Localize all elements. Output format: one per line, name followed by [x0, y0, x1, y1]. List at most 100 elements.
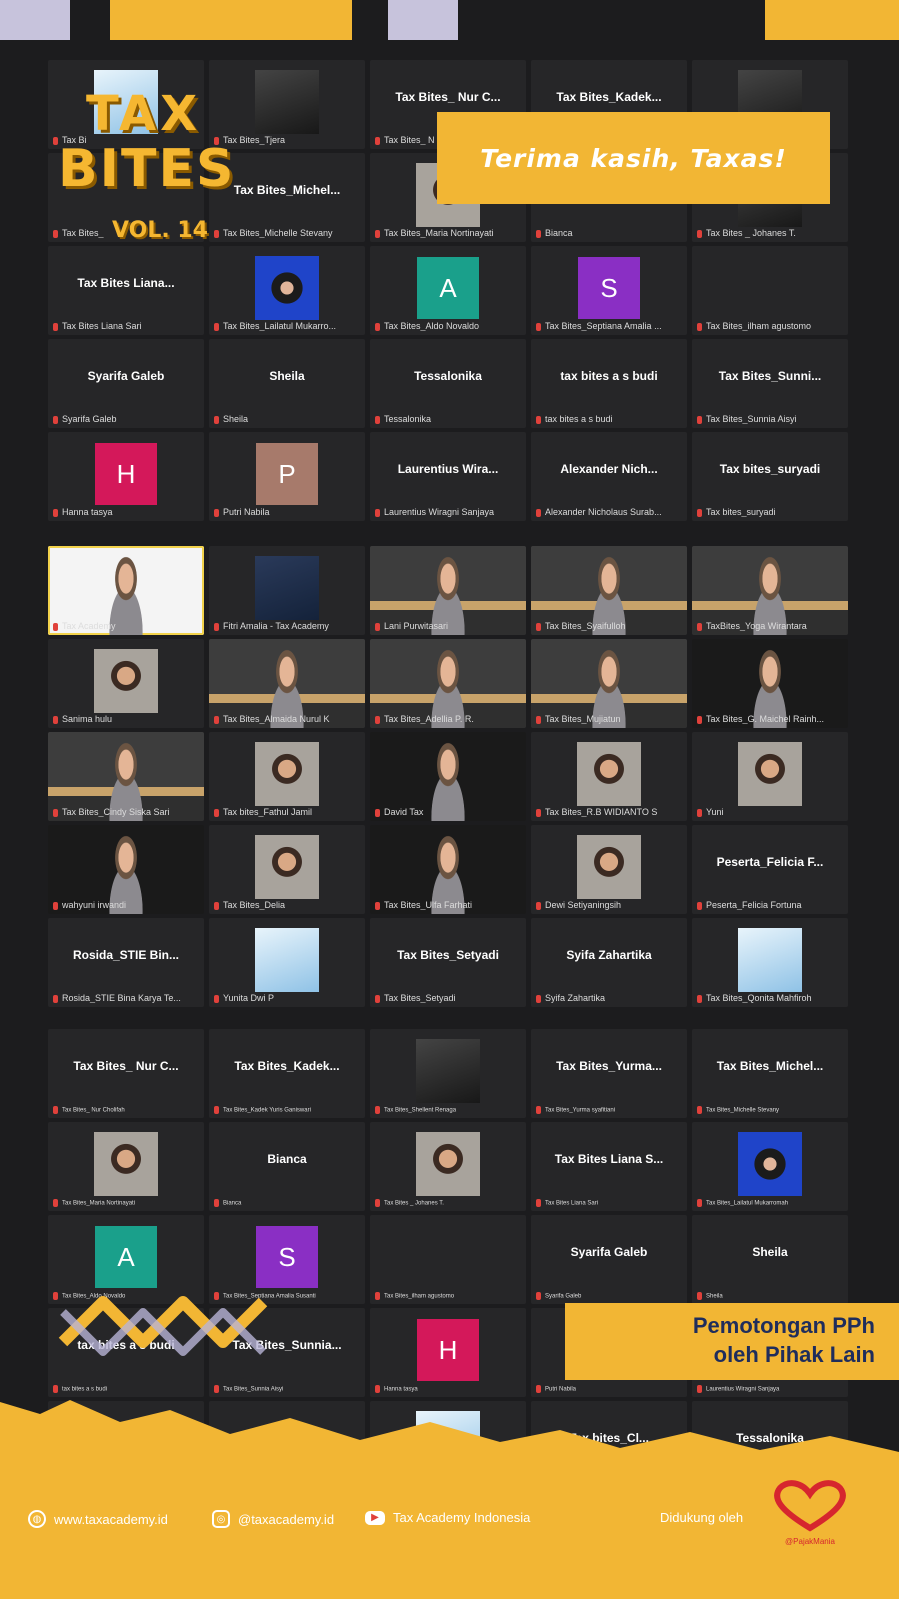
mic-muted-icon [536, 1292, 541, 1300]
participant-tile[interactable]: Sheila Sheila [209, 339, 365, 428]
participant-tile[interactable]: H Hanna tasya [48, 432, 204, 521]
participant-name-text: Tax Bites_Michelle Stevany [706, 1107, 780, 1114]
participant-tile[interactable]: Tax Bites_ilham agustomo [692, 246, 848, 335]
mic-muted-icon [375, 715, 380, 724]
participant-tile[interactable]: Dewi Setiyaningsih [531, 825, 687, 914]
participant-tile[interactable]: Tax Bites _ Johanes T. [370, 1122, 526, 1211]
participant-tile[interactable]: Tax Bites Liana... Tax Bites Liana Sari [48, 246, 204, 335]
participant-name-text: Tax Bites_Lailatul Mukarro... [223, 321, 337, 331]
participant-name-text: Tax Bites_Qonita Mahfiroh [706, 993, 812, 1003]
participant-name-label: Tax Bites_Yurma syafitiani [536, 1106, 683, 1114]
participant-photo [416, 1132, 480, 1196]
participant-name-text: tax bites a s budi [545, 414, 613, 424]
participant-tile[interactable]: Tax Bites_Sunni... Tax Bites_Sunnia Aisyi [692, 339, 848, 428]
participant-tile[interactable]: P Putri Nabila [209, 432, 365, 521]
participant-tile[interactable]: Tax Bites_R.B WIDIANTO S [531, 732, 687, 821]
mic-muted-icon [536, 1199, 541, 1207]
participant-name-text: Laurentius Wiragni Sanjaya [384, 507, 495, 517]
participant-tile[interactable]: wahyuni irwandi [48, 825, 204, 914]
participant-tile[interactable]: Tax Bites_Lailatul Mukarro... [209, 246, 365, 335]
participant-tile[interactable]: A Tax Bites_Aldo Novaldo [370, 246, 526, 335]
participant-tile[interactable]: Tax Bites_G. Maichel Rainh... [692, 639, 848, 728]
participant-tile[interactable]: Lani Purwitasari [370, 546, 526, 635]
participant-tile[interactable]: Bianca Bianca [209, 1122, 365, 1211]
participant-avatar: S [578, 257, 640, 319]
participant-tile[interactable]: Tax Bites_Syaifulloh [531, 546, 687, 635]
participant-tile[interactable]: Tax bites_Fathul Jamil [209, 732, 365, 821]
participant-name-text: TaxBites_Yoga Wirantara [706, 621, 807, 631]
participant-name-text: Tax Bites_Maria Nortinayati [62, 1200, 136, 1207]
participant-display-name: Tax Bites Liana... [77, 276, 175, 291]
participant-tile[interactable]: Fitri Amalia - Tax Academy [209, 546, 365, 635]
participant-tile[interactable]: Sheila Sheila [692, 1215, 848, 1304]
participant-tile[interactable]: Tax Bites_Maria Nortinayati [48, 1122, 204, 1211]
participant-tile[interactable]: Tax Bites_Shellent Renaga [370, 1029, 526, 1118]
participant-tile[interactable]: Tax Bites_Cindy Siska Sari [48, 732, 204, 821]
participant-name-label: Tessalonika [375, 414, 522, 424]
participant-tile[interactable]: Tax Bites_Tjera [209, 60, 365, 149]
participant-tile[interactable]: Tax Bites_Michel... Tax Bites_Michelle St… [692, 1029, 848, 1118]
participant-name-text: Bianca [223, 1200, 242, 1207]
participant-tile[interactable]: Alexander Nich... Alexander Nicholaus Sur… [531, 432, 687, 521]
participant-tile[interactable]: Laurentius Wira... Laurentius Wiragni San… [370, 432, 526, 521]
participant-name-label: Tax Bites_Cindy Siska Sari [53, 807, 200, 817]
mic-muted-icon [53, 715, 58, 724]
participant-name-text: David Tax [384, 807, 424, 817]
participant-tile[interactable]: Tax Academy [48, 546, 204, 635]
participant-tile[interactable]: Syifa Zahartika Syifa Zahartika [531, 918, 687, 1007]
participant-tile[interactable]: Tax Bites_Mujiatun [531, 639, 687, 728]
participant-tile[interactable]: Rosida_STIE Bin... Rosida_STIE Bina Karya… [48, 918, 204, 1007]
participant-name-label: David Tax [375, 807, 522, 817]
participant-name-label: Tax Bites_Sunnia Aisyi [697, 414, 844, 424]
footer-instagram[interactable]: ◎ @taxacademy.id [212, 1510, 334, 1528]
mic-muted-icon [375, 622, 380, 631]
mic-muted-icon [536, 994, 541, 1003]
participant-name-text: Tax Bites_ Nur Cholifah [62, 1107, 125, 1114]
mic-muted-icon [214, 994, 219, 1003]
participant-tile[interactable]: Tax Bites_Almaida Nurul K [209, 639, 365, 728]
participant-tile[interactable]: Tax Bites Liana S... Tax Bites Liana Sari [531, 1122, 687, 1211]
participant-tile[interactable]: Tax Bites_Qonita Mahfiroh [692, 918, 848, 1007]
participant-tile[interactable]: tax bites a s budi tax bites a s budi [531, 339, 687, 428]
participant-tile[interactable]: H Hanna tasya [370, 1308, 526, 1397]
participant-tile[interactable]: Yuni [692, 732, 848, 821]
participant-name-text: Tax Bites_ilham agustomo [706, 321, 812, 331]
participant-display-name: Tax Bites_Setyadi [397, 948, 499, 963]
participant-tile[interactable]: Sanima hulu [48, 639, 204, 728]
participant-tile[interactable]: Tax Bites_Ulfa Farhati [370, 825, 526, 914]
participant-name-text: Tax Bites Liana Sari [62, 321, 142, 331]
gallery-view-2: Tax Academy Fitri Amalia - Tax Academy Lan… [48, 546, 850, 1007]
participant-name-text: Tax Bites_Setyadi [384, 993, 456, 1003]
mic-muted-icon [536, 808, 541, 817]
participant-tile[interactable]: David Tax [370, 732, 526, 821]
participant-tile[interactable]: Tax Bites_Lailatul Mukarromah [692, 1122, 848, 1211]
participant-tile[interactable]: Peserta_Felicia F... Peserta_Felicia Fort… [692, 825, 848, 914]
mic-muted-icon [214, 1106, 219, 1114]
participant-tile[interactable]: TaxBites_Yoga Wirantara [692, 546, 848, 635]
participant-tile[interactable]: Tax Bites_Yurma... Tax Bites_Yurma syafit… [531, 1029, 687, 1118]
participant-tile[interactable]: Syarifa Galeb Syarifa Galeb [48, 339, 204, 428]
participant-tile[interactable]: Yunita Dwi P [209, 918, 365, 1007]
participant-display-name: Alexander Nich... [560, 462, 658, 477]
participant-name-label: Tax Bites_ Nur Cholifah [53, 1106, 200, 1114]
footer-website[interactable]: ◍ www.taxacademy.id [28, 1510, 168, 1528]
mic-muted-icon [697, 994, 702, 1003]
participant-name-text: Sheila [223, 414, 249, 424]
participant-name-label: Syarifa Galeb [536, 1292, 683, 1300]
footer-youtube[interactable]: ▶ Tax Academy Indonesia [365, 1510, 530, 1525]
participant-tile[interactable]: Tax Bites_ Nur C... Tax Bites_ Nur Cholif… [48, 1029, 204, 1118]
participant-tile[interactable]: Tax bites_suryadi Tax bites_suryadi [692, 432, 848, 521]
participant-tile[interactable]: Tax Bites_Kadek... Tax Bites_Kadek Yuris … [209, 1029, 365, 1118]
mic-muted-icon [375, 322, 380, 331]
participant-tile[interactable]: Syarifa Galeb Syarifa Galeb [531, 1215, 687, 1304]
mic-muted-icon [697, 415, 702, 424]
mic-muted-icon [697, 1199, 702, 1207]
participant-tile[interactable]: Tessalonika Tessalonika [370, 339, 526, 428]
footer-background [0, 1400, 899, 1599]
participant-tile[interactable]: Tax Bites_Delia [209, 825, 365, 914]
participant-tile[interactable]: Tax Bites_Adellia P. R. [370, 639, 526, 728]
participant-tile[interactable]: S Tax Bites_Septiana Amalia ... [531, 246, 687, 335]
participant-tile[interactable]: Tax Bites_Setyadi Tax Bites_Setyadi [370, 918, 526, 1007]
mic-muted-icon [375, 994, 380, 1003]
participant-tile[interactable]: Tax Bites_ilham agustomo [370, 1215, 526, 1304]
